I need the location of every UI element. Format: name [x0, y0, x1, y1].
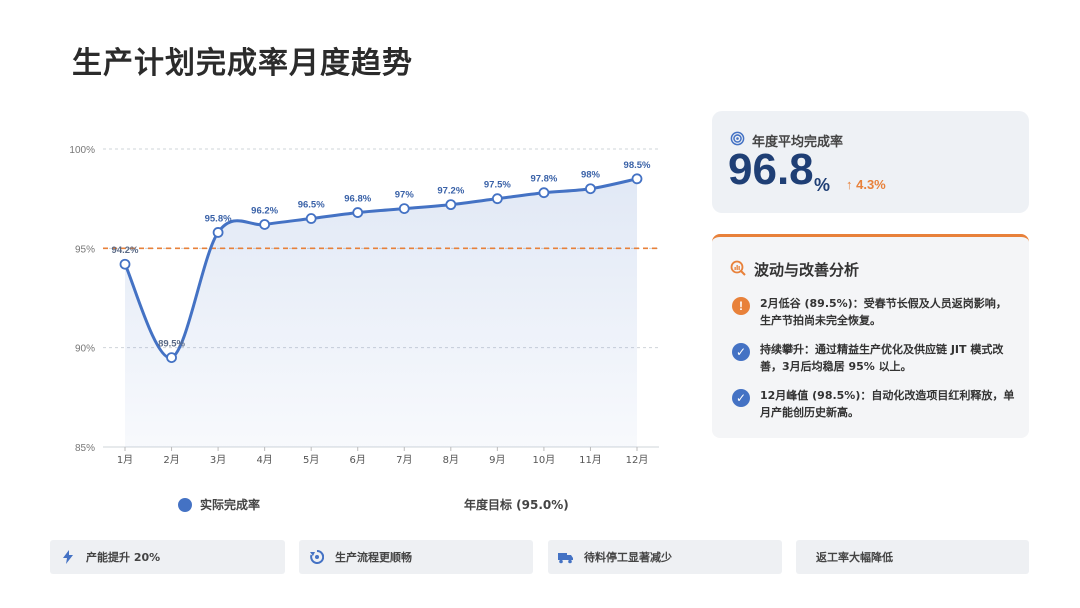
truck-icon	[558, 549, 574, 565]
bottom-item-process: 生产流程更顺畅	[299, 540, 533, 574]
data-label: 97.5%	[484, 180, 511, 191]
y-tick-label: 90%	[75, 344, 95, 355]
x-tick-label: 8月	[443, 454, 459, 466]
bottom-item-label: 待料停工显著减少	[584, 551, 672, 564]
data-point	[398, 203, 410, 214]
data-point	[212, 227, 224, 238]
y-tick-label: 95%	[75, 244, 95, 255]
recycle-icon	[309, 549, 325, 565]
analysis-card: 波动与改善分析 ! 2月低谷 (89.5%)：受春节长假及人员返岗影响，生产节拍…	[712, 234, 1029, 438]
data-label: 96.5%	[298, 200, 325, 211]
x-tick-label: 4月	[256, 454, 272, 466]
legend-target-label: 年度目标 (95.0%)	[464, 498, 569, 512]
bottom-item-label: 返工率大幅降低	[816, 551, 893, 564]
series-area	[125, 178, 637, 448]
avg-card-value: 96.8	[728, 145, 814, 194]
data-label: 98.5%	[624, 160, 651, 171]
bottom-item-label: 产能提升 20%	[86, 551, 161, 564]
data-label: 97%	[395, 190, 415, 201]
x-tick-label: 9月	[489, 454, 505, 466]
analysis-chart-icon	[730, 260, 746, 280]
x-tick-label: 5月	[303, 454, 319, 466]
legend-actual: 实际完成率	[178, 496, 260, 513]
analysis-title: 波动与改善分析	[754, 261, 860, 279]
bottom-item-rework: 返工率大幅降低	[796, 540, 1029, 574]
chart-legend: 实际完成率 年度目标 (95.0%)	[0, 496, 700, 518]
data-point	[631, 173, 643, 185]
analysis-item: ✓ 持续攀升：通过精益生产优化及供应链 JIT 模式改善，3月后均稳居 95% …	[732, 341, 1017, 375]
lightning-icon	[60, 549, 76, 565]
data-point	[585, 183, 596, 195]
warning-icon: !	[732, 297, 750, 315]
x-tick-label: 6月	[350, 454, 366, 466]
y-tick-label: 85%	[75, 443, 95, 454]
x-tick-label: 11月	[579, 454, 602, 466]
legend-actual-label: 实际完成率	[200, 498, 261, 512]
bottom-item-capacity: 产能提升 20%	[50, 540, 285, 574]
data-label: 96.8%	[344, 194, 371, 205]
data-label: 96.2%	[251, 205, 278, 216]
x-tick-label: 12月	[626, 454, 649, 466]
data-point	[259, 219, 271, 230]
data-point	[352, 207, 364, 218]
check-icon: ✓	[732, 389, 750, 407]
x-tick-label: 3月	[210, 454, 226, 466]
x-tick-label: 1月	[117, 454, 133, 466]
analysis-item: ✓ 12月峰值 (98.5%)：自动化改造项目红利释放，单月产能创历史新高。	[732, 387, 1017, 421]
analysis-item: ! 2月低谷 (89.5%)：受春节长假及人员返岗影响，生产节拍尚未完全恢复。	[732, 295, 1017, 329]
analysis-item-text: 2月低谷 (89.5%)：受春节长假及人员返岗影响，生产节拍尚未完全恢复。	[760, 297, 1007, 327]
line-chart: 94.2% 89.5% 95.8% 96.2% 96.5% 96.8% 97% 97.2% 97…	[69, 145, 659, 466]
data-label: 94.2%	[112, 245, 139, 256]
data-point	[445, 199, 457, 211]
legend-target: 年度目标 (95.0%)	[464, 496, 569, 513]
data-label: 97.8%	[530, 174, 557, 185]
data-point	[538, 187, 550, 199]
data-label: 97.2%	[437, 186, 464, 197]
data-label: 95.8%	[205, 213, 232, 224]
bottom-item-waiting: 待料停工显著减少	[548, 540, 782, 574]
x-tick-label: 2月	[163, 454, 179, 466]
analysis-item-text: 12月峰值 (98.5%)：自动化改造项目红利释放，单月产能创历史新高。	[760, 389, 1015, 419]
legend-actual-marker	[178, 497, 192, 512]
page-title: 生产计划完成率月度趋势	[72, 46, 413, 81]
check-icon: ✓	[732, 343, 750, 361]
x-tick-label: 7月	[396, 454, 412, 466]
y-tick-label: 100%	[69, 145, 95, 156]
data-point	[305, 213, 317, 224]
data-label: 89.5%	[158, 339, 185, 350]
avg-card-delta: ↑ 4.3%	[846, 177, 886, 192]
bottom-item-label: 生产流程更顺畅	[335, 551, 412, 564]
data-point	[166, 352, 177, 364]
avg-completion-card: 年度平均完成率 96.8 % ↑ 4.3%	[712, 111, 1029, 213]
data-point	[119, 258, 131, 270]
x-tick-label: 10月	[533, 454, 556, 466]
avg-card-unit: %	[814, 175, 831, 195]
analysis-item-text: 持续攀升：通过精益生产优化及供应链 JIT 模式改善，3月后均稳居 95% 以上…	[760, 343, 1004, 373]
data-label: 98%	[581, 170, 601, 181]
analysis-card-header: 波动与改善分析	[730, 259, 859, 280]
data-point	[491, 193, 503, 205]
